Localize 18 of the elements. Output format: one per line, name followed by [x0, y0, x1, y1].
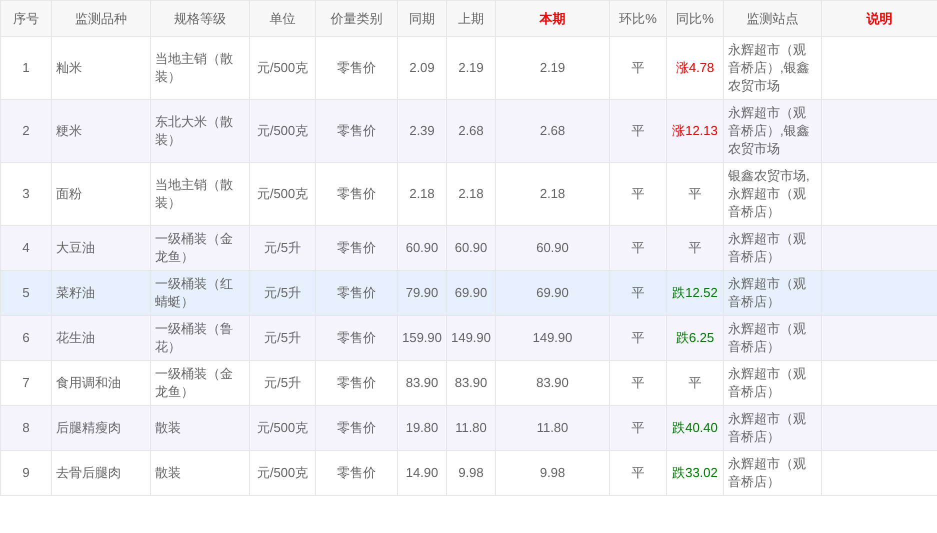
- table-cell: 9.98: [446, 450, 496, 496]
- table-cell: 14.90: [398, 450, 446, 496]
- table-cell: 9: [0, 450, 52, 496]
- table-cell: 永辉超市（观音桥店）: [724, 450, 822, 496]
- table-cell: 去骨后腿肉: [52, 450, 150, 496]
- table-cell: 散装: [150, 450, 250, 496]
- table-cell: 零售价: [316, 450, 398, 496]
- table-cell: 元/500克: [250, 450, 316, 496]
- table-cell: 跌33.02: [666, 450, 724, 496]
- table-cell: 9.98: [496, 450, 610, 496]
- table-row[interactable]: 7 食用调和油 一级桶装（金龙鱼） 元/5升 零售价 83.90 83.90 83.90 平 平 永辉超市（观音桥店）: [0, 360, 937, 406]
- table-row[interactable]: 3 面粉 当地主销（散装） 元/500克 零售价 2.18 2.18 2.18 平 平 银鑫农贸市场,永辉超市（观音桥店）: [0, 162, 937, 226]
- table-row[interactable]: 1 籼米 当地主销（散装） 元/500克 零售价 2.09 2.19 2.19 平 涨4.78 永辉超市（观音桥店）,银鑫农贸市场: [0, 36, 937, 100]
- table-row[interactable]: 6 花生油 一级桶装（鲁花） 元/5升 零售价 159.90 149.90 149.90 平 跌6.25 永辉超市（观音桥店）: [0, 316, 937, 360]
- table-row[interactable]: 2 粳米 东北大米（散装） 元/500克 零售价 2.39 2.68 2.68 平 涨12.13 永辉超市（观音桥店）,银鑫农贸市场: [0, 100, 937, 162]
- column-header: 序号: [0, 0, 52, 36]
- table-row[interactable]: 4 大豆油 一级桶装（金龙鱼） 元/5升 零售价 60.90 60.90 60.90 平 平 永辉超市（观音桥店）: [0, 226, 937, 270]
- table-cell: 平: [610, 450, 666, 496]
